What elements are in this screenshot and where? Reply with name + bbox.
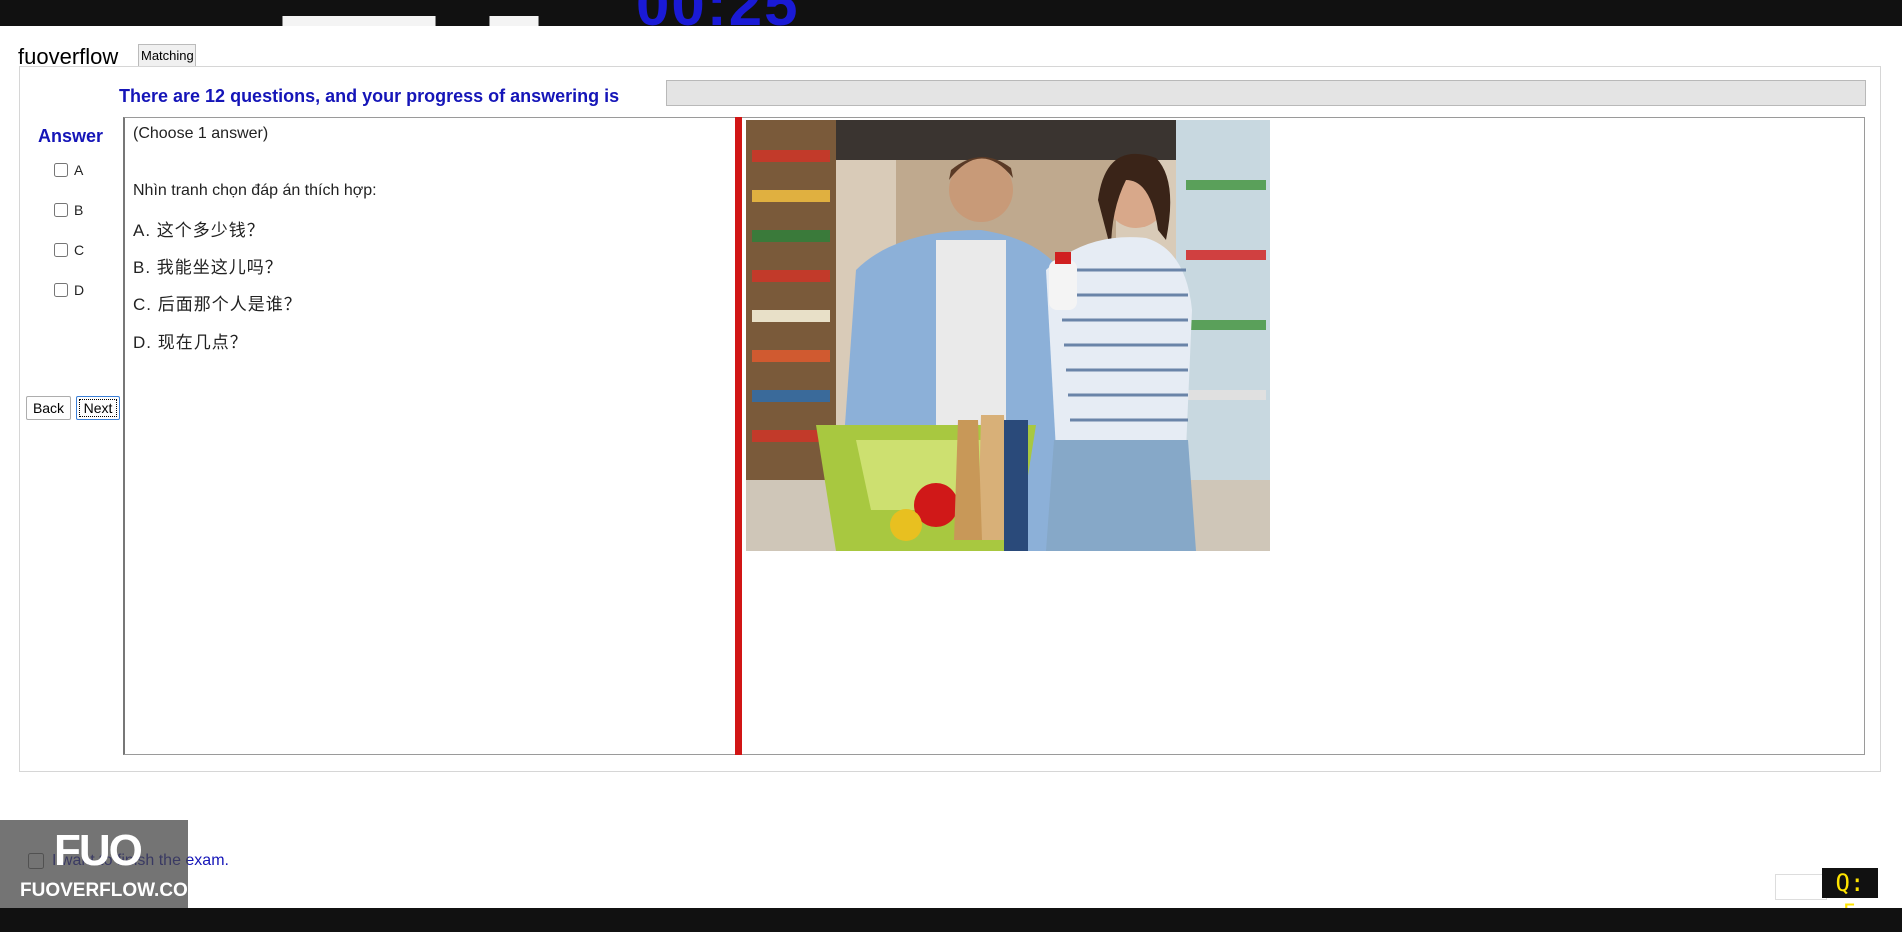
- question-option-a: A. 这个多少钱？: [133, 216, 265, 241]
- answer-option-a[interactable]: A: [54, 162, 83, 178]
- answer-option-d[interactable]: D: [54, 282, 84, 298]
- splitter-handle[interactable]: [735, 117, 742, 755]
- answer-option-label: B: [74, 202, 84, 218]
- answer-option-label: C: [74, 242, 85, 258]
- watermark-logo: FUO FUOVERFLOW.COM: [0, 820, 204, 908]
- watermark-text: FUOVERFLOW.COM: [20, 880, 204, 901]
- answer-option-b[interactable]: B: [54, 202, 83, 218]
- bottom-bar: [0, 908, 1902, 932]
- small-status-box: [1775, 874, 1827, 900]
- question-option-letter: D.: [133, 333, 152, 352]
- answer-option-label: D: [74, 282, 85, 298]
- hidden-combo-small[interactable]: [489, 16, 539, 26]
- timer: 00:25: [636, 0, 799, 26]
- question-option-c: C. 后面那个人是谁？: [133, 290, 302, 315]
- question-option-text: 我能坐这儿吗？: [156, 258, 283, 277]
- answer-checkbox-b[interactable]: [54, 203, 68, 217]
- question-option-b: B. 我能坐这儿吗？: [133, 253, 283, 278]
- top-bar: 00:25: [0, 0, 1902, 26]
- question-number-badge: Q: 5: [1822, 868, 1878, 927]
- answer-checkbox-d[interactable]: [54, 283, 68, 297]
- hidden-combo[interactable]: [282, 16, 436, 26]
- back-button[interactable]: Back: [26, 396, 71, 420]
- question-option-text: 现在几点？: [157, 333, 248, 352]
- answer-option-label: A: [74, 162, 84, 178]
- question-option-d: D. 现在几点？: [133, 328, 248, 353]
- watermark-mark: FUO: [54, 826, 143, 875]
- question-prompt: Nhìn tranh chọn đáp án thích hợp:: [133, 182, 377, 199]
- question-option-letter: B.: [133, 258, 152, 277]
- answer-option-c[interactable]: C: [54, 242, 84, 258]
- answer-checkbox-c[interactable]: [54, 243, 68, 257]
- question-hint: (Choose 1 answer): [133, 125, 269, 142]
- answer-checkbox-a[interactable]: [54, 163, 68, 177]
- question-option-letter: A.: [133, 221, 152, 240]
- next-button[interactable]: Next: [76, 396, 120, 420]
- answer-title: Answer: [38, 126, 104, 146]
- question-option-text: 后面那个人是谁？: [157, 295, 302, 314]
- question-option-letter: C.: [133, 295, 152, 314]
- tab-matching[interactable]: Matching: [138, 44, 196, 66]
- question-image: [746, 120, 1270, 551]
- progress-bar: [666, 80, 1866, 106]
- progress-label: There are 12 questions, and your progres…: [119, 86, 620, 106]
- question-option-text: 这个多少钱？: [156, 221, 265, 240]
